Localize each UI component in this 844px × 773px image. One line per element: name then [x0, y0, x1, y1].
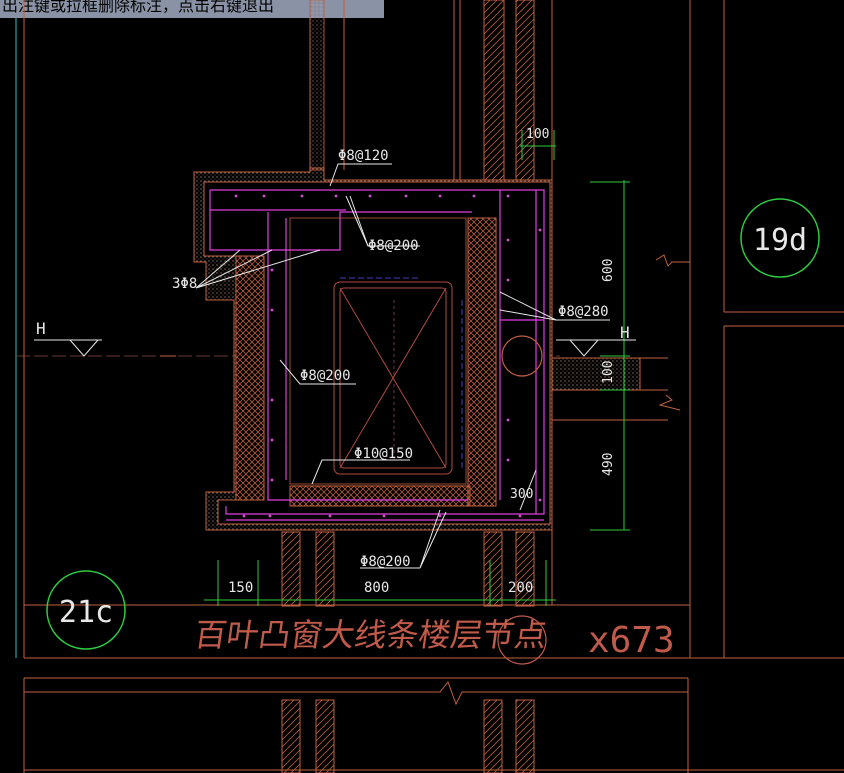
- level-label-right: H: [620, 323, 630, 342]
- cad-drawing[interactable]: Φ8@120 Φ8@200 3Φ8 Φ8@280 Φ8@200 Φ10@150 …: [0, 0, 844, 773]
- floor-slab: [551, 357, 681, 411]
- rebar-label-right: Φ8@280: [558, 304, 609, 320]
- detail-reference: x673: [588, 620, 675, 661]
- window-cavity: [289, 217, 467, 485]
- rebar-label-upper: Φ8@200: [368, 238, 419, 254]
- detail-title: 百叶凸窗大线条楼层节点: [192, 616, 549, 654]
- rebar-label-mid: Φ8@200: [300, 368, 351, 384]
- dimension-200: 200: [508, 580, 533, 596]
- rebar-label-top: Φ8@120: [338, 148, 389, 164]
- dimension-490: 490: [601, 453, 616, 476]
- level-mark-left: [34, 339, 102, 357]
- rebar-label-bottom: Φ8@200: [360, 554, 411, 570]
- rebar-label-phi10: Φ10@150: [354, 446, 413, 462]
- grid-bubble-label-19d: 19d: [753, 223, 807, 258]
- cad-canvas[interactable]: 出注键或拉框删除标注，点击右键退出 Φ8@120 Φ8@200 3Φ8 Φ8@2…: [0, 0, 844, 773]
- dimension-300: 300: [510, 487, 533, 502]
- right-inner-wall: [467, 217, 497, 507]
- dimension-100-top: 100: [526, 127, 549, 142]
- left-inner-wall: [235, 255, 265, 501]
- level-label-left: H: [36, 319, 46, 338]
- rebar-label-3phi8: 3Φ8: [172, 276, 197, 292]
- bottom-inner-wall: [289, 485, 471, 507]
- grid-bubble-label-21c: 21c: [59, 595, 113, 630]
- dimension-800: 800: [364, 580, 389, 596]
- dimension-100-right: 100: [601, 361, 616, 384]
- dimension-600: 600: [601, 259, 616, 282]
- dimension-150: 150: [228, 580, 253, 596]
